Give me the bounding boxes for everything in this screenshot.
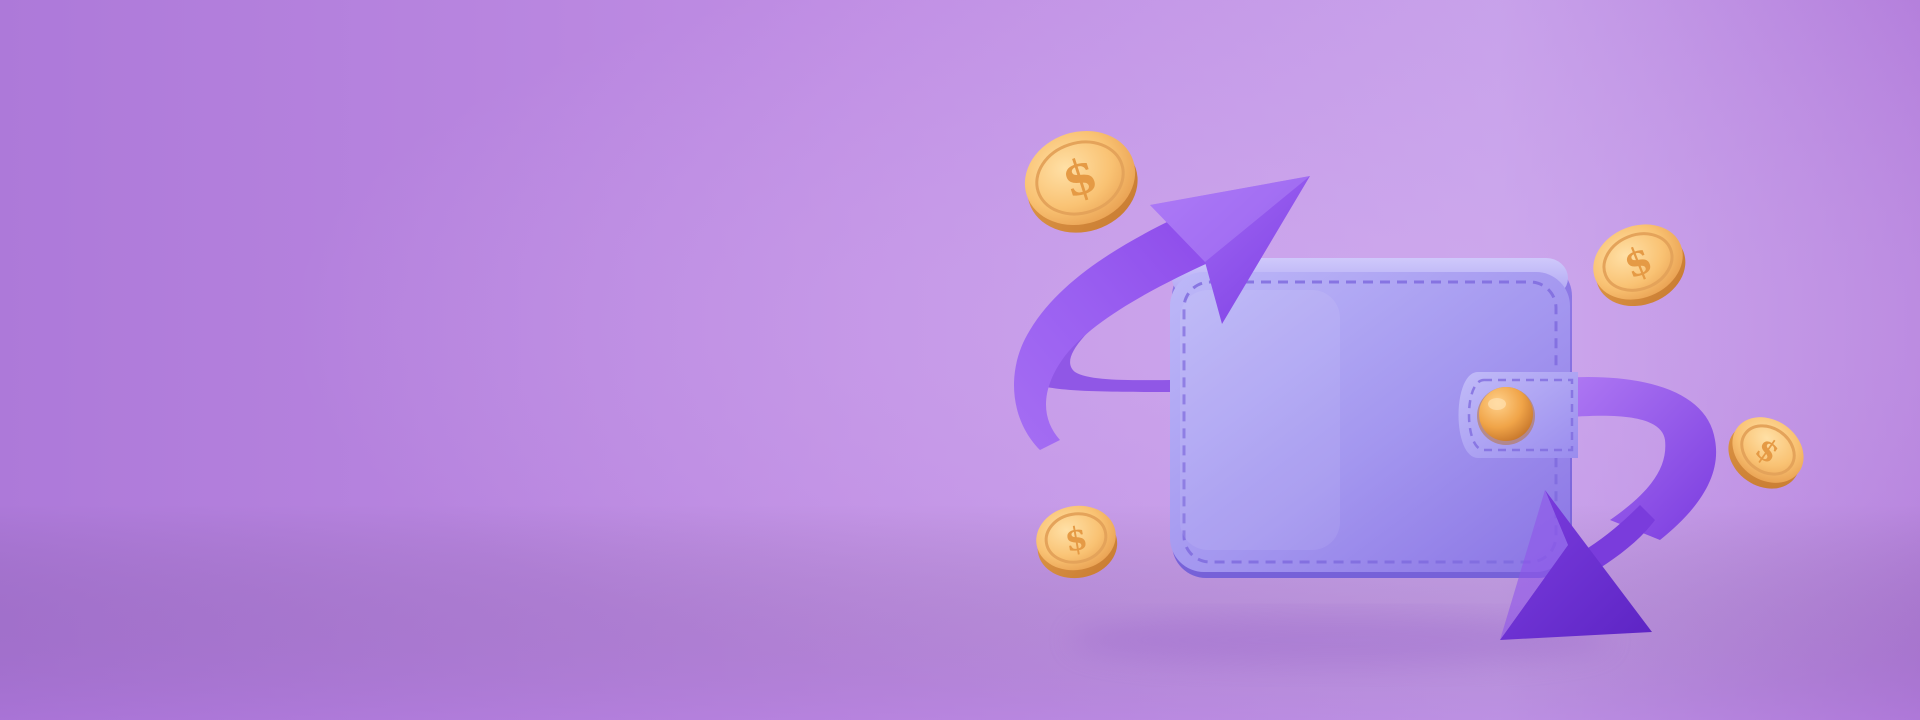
wallet-exchange-illustration: $ $ $ $ xyxy=(0,0,1920,720)
wallet-button xyxy=(1479,387,1533,441)
hero-banner: $ $ $ $ xyxy=(0,0,1920,720)
